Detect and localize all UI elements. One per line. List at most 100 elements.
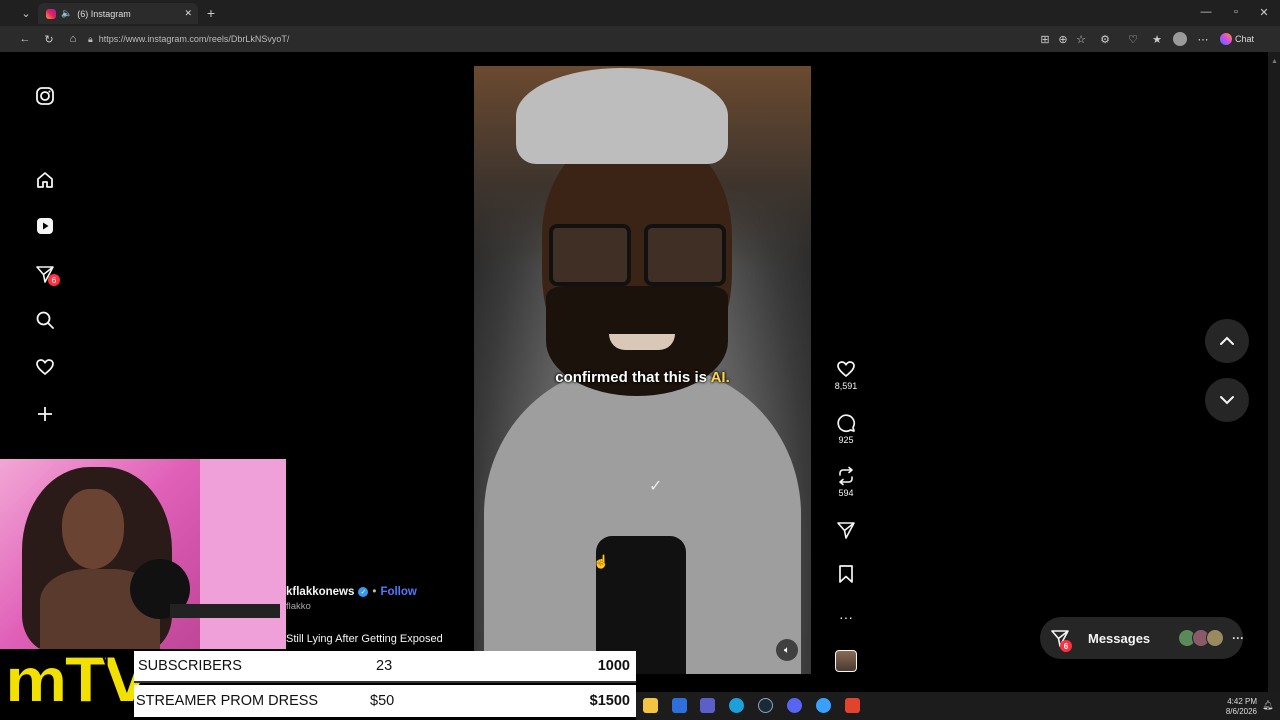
video-cap	[516, 68, 728, 164]
post-title: Still Lying After Getting Exposed	[286, 633, 443, 645]
speaker-icon[interactable]: 🔈	[61, 8, 72, 19]
scrollbar[interactable]: ▲	[1268, 52, 1280, 692]
teams-icon[interactable]	[700, 698, 715, 713]
chevron-down-icon	[1220, 396, 1234, 405]
video-nike-logo: ✓	[649, 478, 663, 495]
avatar	[1206, 629, 1225, 647]
extensions-icon[interactable]: ⚙	[1098, 31, 1112, 47]
bookmark-icon[interactable]	[832, 563, 860, 585]
comment-count: 925	[838, 435, 854, 445]
url-field[interactable]: 🔒︎ https://www.instagram.com/reels/DbrLk…	[88, 31, 1038, 47]
zoom-icon[interactable]: ⊕	[1056, 31, 1070, 47]
reel-video[interactable]: ✓ confirmed that this is AI. 🔈︎	[474, 66, 811, 674]
brave-icon[interactable]	[845, 698, 860, 713]
goal-target: $1500	[589, 693, 630, 709]
comment-bubble-icon[interactable]	[832, 412, 860, 434]
repost-count: 594	[838, 488, 854, 498]
messenger-icon: 6	[1050, 628, 1072, 652]
store-icon[interactable]	[672, 698, 687, 713]
back-arrow-icon[interactable]: ←	[18, 31, 32, 47]
webcam-background	[200, 459, 286, 649]
like-action[interactable]: 8,591	[832, 358, 860, 391]
like-heart-icon[interactable]	[832, 358, 860, 380]
discord-icon[interactable]	[787, 698, 802, 713]
share-action[interactable]	[832, 519, 860, 541]
instagram-favicon-icon	[46, 8, 56, 19]
more-dots-icon[interactable]: ···	[1232, 631, 1244, 645]
reload-icon[interactable]: ↻	[42, 31, 56, 47]
edge-icon[interactable]	[729, 698, 744, 713]
steam-icon[interactable]	[758, 698, 773, 713]
webcam-face	[62, 489, 124, 569]
audio-thumbnail[interactable]	[835, 650, 857, 672]
like-count: 8,591	[834, 381, 858, 391]
mute-toggle-icon[interactable]: 🔈︎	[776, 639, 798, 661]
chevron-up-icon	[1220, 336, 1234, 345]
browser-essentials-icon[interactable]: ♡	[1126, 31, 1140, 47]
caption-text: confirmed that this is	[555, 369, 711, 386]
post-username[interactable]: kflakkonews	[286, 586, 354, 598]
goal-label: STREAMER PROM DRESS	[136, 693, 319, 709]
verified-badge-icon: ✓	[358, 587, 369, 597]
comment-action[interactable]: 925	[832, 412, 860, 445]
video-glasses-left	[549, 224, 631, 286]
favorites-icon[interactable]: ★	[1150, 31, 1164, 47]
profile-avatar[interactable]	[1173, 32, 1187, 46]
messages-button[interactable]: 6 Messages ···	[1040, 617, 1244, 659]
new-tab-button[interactable]: +	[204, 5, 218, 21]
more-options-action[interactable]: ···	[832, 606, 860, 628]
browser-tab[interactable]: 🔈 (6) Instagram ✕	[38, 3, 198, 24]
separator-dot: •	[372, 586, 377, 598]
minimize-button[interactable]: —	[1198, 5, 1214, 19]
goal-target: 1000	[597, 658, 630, 674]
post-subtitle: flakko	[286, 601, 311, 612]
reels-icon[interactable]	[34, 215, 56, 237]
next-reel-button[interactable]	[1205, 378, 1249, 422]
favorite-star-icon[interactable]: ☆	[1074, 31, 1088, 47]
webcam-mic-arm	[170, 604, 280, 618]
stream-logo: mTV	[3, 643, 152, 718]
video-glasses-right	[644, 224, 726, 286]
repost-action[interactable]: 594	[832, 465, 860, 498]
window-close-button[interactable]: ✕	[1256, 5, 1272, 19]
chat-label: Chat	[1235, 34, 1255, 44]
goal-current: $50	[370, 693, 395, 709]
taskbar-clock[interactable]: 4:42 PM 8/6/2026	[1212, 697, 1257, 717]
clock-date: 8/6/2026	[1225, 707, 1257, 716]
notification-bell-icon[interactable]: 🔔︎	[1262, 700, 1273, 712]
share-paper-plane-icon[interactable]	[832, 519, 860, 541]
browser-icon[interactable]	[816, 698, 831, 713]
more-menu-icon[interactable]: ⋯	[1196, 31, 1210, 47]
tab-actions-chevron-icon[interactable]: ⌄	[18, 5, 34, 21]
post-info: kflakkonews ✓ • Follow flakko	[286, 586, 417, 612]
file-explorer-icon[interactable]	[643, 698, 658, 713]
caption-highlight: AI.	[710, 369, 730, 386]
copilot-chat-button[interactable]: Chat	[1220, 31, 1260, 47]
video-caption: confirmed that this is AI.	[474, 369, 811, 386]
follow-button[interactable]: Follow	[380, 586, 416, 598]
save-action[interactable]	[832, 563, 860, 585]
heart-icon[interactable]	[34, 356, 56, 378]
more-dots-icon[interactable]: ···	[832, 606, 860, 628]
notifications-badge: 6	[48, 274, 60, 286]
home-icon[interactable]	[34, 169, 56, 191]
create-plus-icon[interactable]	[34, 403, 56, 425]
split-screen-icon[interactable]: ⊞	[1038, 31, 1052, 47]
webcam-overlay	[0, 459, 286, 649]
message-avatars	[1178, 629, 1225, 647]
mouse-cursor-icon: ☝	[593, 554, 610, 569]
goal-row-prom-dress: STREAMER PROM DRESS $50 $1500	[134, 685, 636, 717]
maximize-button[interactable]: ▫	[1228, 5, 1244, 19]
tab-close-icon[interactable]: ✕	[184, 8, 192, 19]
repost-icon[interactable]	[832, 465, 860, 487]
copilot-icon	[1220, 33, 1232, 45]
tab-title: (6) Instagram	[77, 8, 131, 19]
messages-label: Messages	[1088, 630, 1151, 646]
search-icon[interactable]	[34, 309, 56, 331]
home-icon[interactable]: ⌂	[66, 31, 80, 47]
instagram-logo-icon[interactable]	[34, 85, 56, 107]
video-mouth	[609, 334, 675, 350]
messages-badge: 6	[1060, 640, 1072, 652]
clock-time: 4:42 PM	[1227, 697, 1257, 706]
previous-reel-button[interactable]	[1205, 319, 1249, 363]
